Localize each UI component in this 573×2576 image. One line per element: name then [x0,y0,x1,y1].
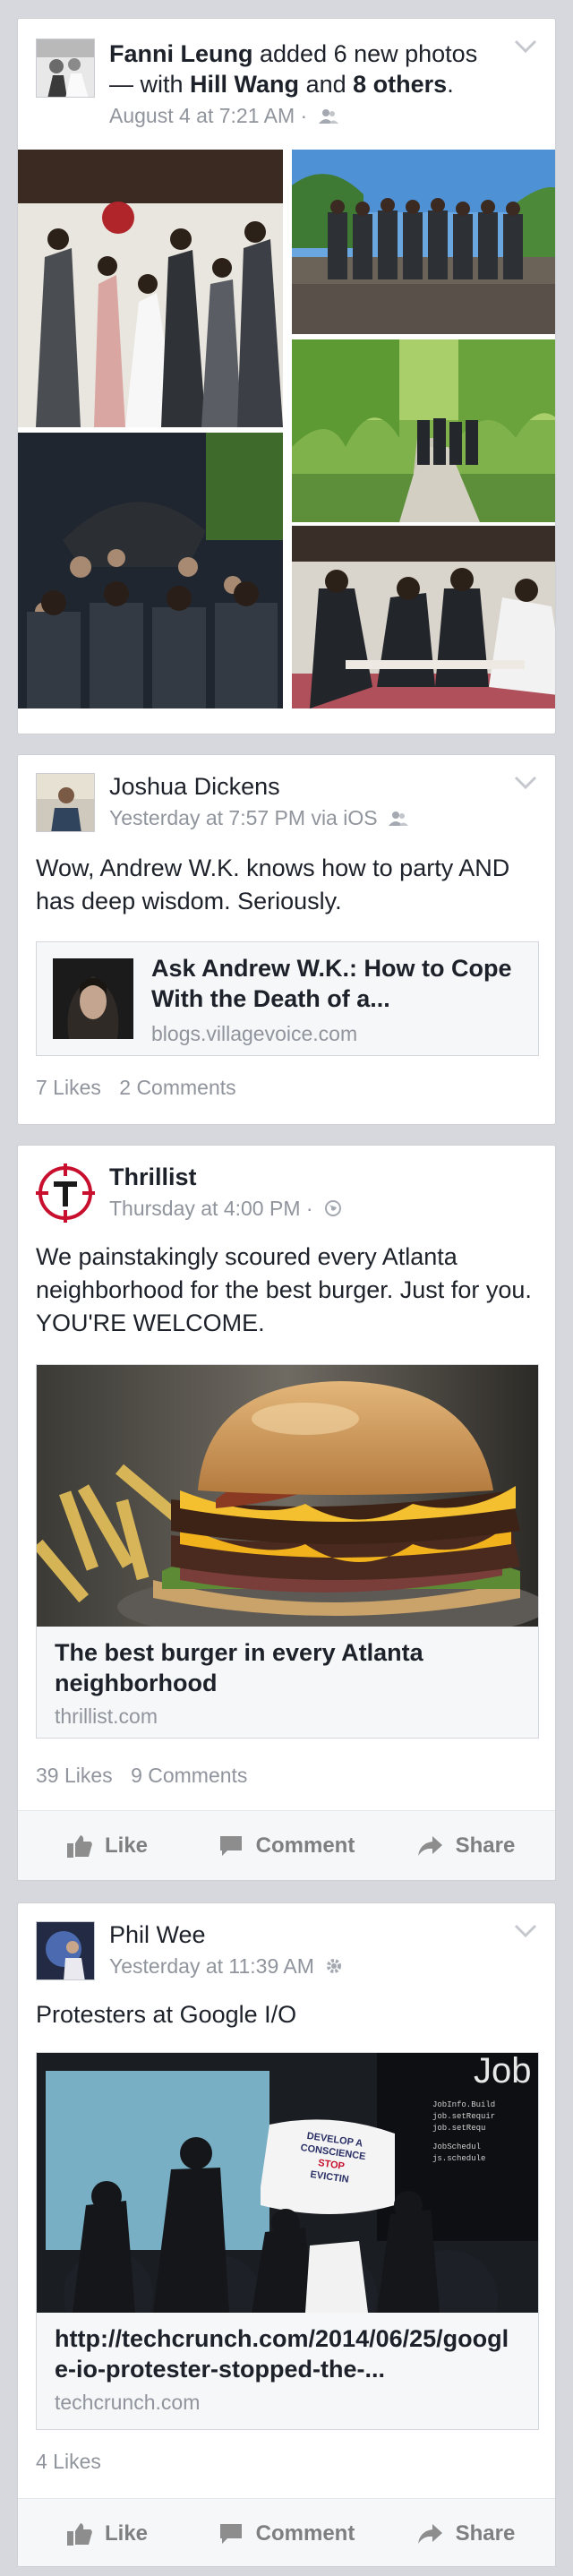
friends-icon [388,807,408,832]
chevron-down-icon[interactable] [514,1923,537,1939]
comment-button[interactable]: Comment [197,2499,376,2566]
photo-1[interactable] [18,150,283,427]
avatar[interactable] [36,1163,95,1223]
thumbs-up-icon [66,2522,92,2546]
link-preview[interactable]: Job JobInfo.Build job.setRequir job.setR… [36,2052,539,2430]
post-stats: 4 Likes [36,2450,101,2474]
tag-end: . [447,71,454,98]
post-text: We painstakingly scoured every Atlanta n… [36,1243,532,1336]
comment-button[interactable]: Comment [197,1811,376,1880]
likes-count[interactable]: 7 Likes [36,1076,101,1099]
author-name[interactable]: Fanni Leung [109,40,252,67]
photo-4[interactable] [18,433,283,708]
link-domain: techcrunch.com [55,2391,201,2414]
post-card-joshua-dickens: Joshua Dickens Yesterday at 7:57 PM via … [17,754,556,1125]
post-meta: Yesterday at 7:57 PM via iOS [109,805,408,832]
author-name[interactable]: Phil Wee [109,1919,206,1950]
share-icon [417,2523,442,2544]
share-label: Share [455,2520,516,2546]
likes-count[interactable]: 4 Likes [36,2450,101,2473]
timestamp[interactable]: August 4 at 7:21 AM · [109,104,307,127]
link-image: Job JobInfo.Build job.setRequir job.setR… [37,2052,538,2313]
link-preview[interactable]: Ask Andrew W.K.: How to Cope With the De… [36,941,539,1056]
gear-icon [325,1955,343,1980]
link-domain: blogs.villagevoice.com [151,1022,358,1045]
tag-conjunction: and [305,71,346,98]
comments-count[interactable]: 2 Comments [119,1076,235,1099]
friends-icon [318,105,338,130]
link-thumbnail [53,958,133,1039]
globe-icon [324,1198,342,1223]
post-card-phil-wee: Phil Wee Yesterday at 11:39 AM Protester… [17,1902,556,2567]
tagged-others-link[interactable]: 8 others [353,71,447,98]
slide-title: Job [474,2052,532,2091]
share-icon [417,1835,442,1856]
avatar[interactable] [36,1921,95,1980]
post-card-thrillist: Thrillist Thursday at 4:00 PM · We pains… [17,1145,556,1881]
like-button[interactable]: Like [18,1811,197,1880]
post-text: Wow, Andrew W.K. knows how to party AND … [36,854,510,914]
link-preview[interactable]: The best burger in every Atlanta neighbo… [36,1364,539,1739]
comment-label: Comment [255,2520,355,2546]
chevron-down-icon[interactable] [514,775,537,791]
post-text: Protesters at Google I/O [36,2001,297,2028]
comment-icon [219,2523,242,2544]
link-title: The best burger in every Atlanta neighbo… [55,1639,423,1696]
link-title: http://techcrunch.com/2014/06/25/google-… [55,2325,509,2383]
link-image [37,1365,538,1643]
photo-5[interactable] [292,526,555,708]
like-button[interactable]: Like [18,2499,197,2566]
avatar[interactable] [36,773,95,832]
photo-2[interactable] [292,150,555,334]
post-stats: 7 Likes 2 Comments [36,1076,236,1100]
like-label: Like [104,2520,149,2546]
timestamp[interactable]: Yesterday at 11:39 AM [109,1954,314,1978]
likes-count[interactable]: 39 Likes [36,1764,113,1787]
author-name[interactable]: Thrillist [109,1162,197,1192]
post-stats: 39 Likes 9 Comments [36,1764,247,1788]
share-label: Share [455,1833,516,1858]
photo-3[interactable] [292,339,555,522]
chevron-down-icon[interactable] [514,39,537,55]
link-title: Ask Andrew W.K.: How to Cope With the De… [151,955,512,1012]
share-button[interactable]: Share [376,1811,555,1880]
post-meta: Thursday at 4:00 PM · [109,1196,342,1223]
like-label: Like [104,1833,149,1858]
slide-code: JobInfo.Build job.setRequir job.setRequ … [432,2100,496,2163]
author-name[interactable]: Joshua Dickens [109,771,280,802]
post-header-text: Fanni Leung added 6 new photos — with Hi… [109,39,503,99]
timestamp[interactable]: Thursday at 4:00 PM · [109,1197,313,1220]
post-card-fanni-leung: Fanni Leung added 6 new photos — with Hi… [17,18,556,734]
link-domain: thrillist.com [55,1704,158,1728]
share-button[interactable]: Share [376,2499,555,2566]
comment-label: Comment [255,1833,355,1858]
post-meta: August 4 at 7:21 AM · [109,103,338,130]
comment-icon [219,1835,242,1856]
avatar[interactable] [36,39,95,98]
comments-count[interactable]: 9 Comments [131,1764,247,1787]
tagged-person-link[interactable]: Hill Wang [190,71,299,98]
post-action-bar: Like Comment Share [18,2498,555,2566]
post-action-bar: Like Comment Share [18,1810,555,1880]
thumbs-up-icon [66,1834,92,1858]
timestamp[interactable]: Yesterday at 7:57 PM via iOS [109,806,378,829]
post-meta: Yesterday at 11:39 AM [109,1953,343,1980]
